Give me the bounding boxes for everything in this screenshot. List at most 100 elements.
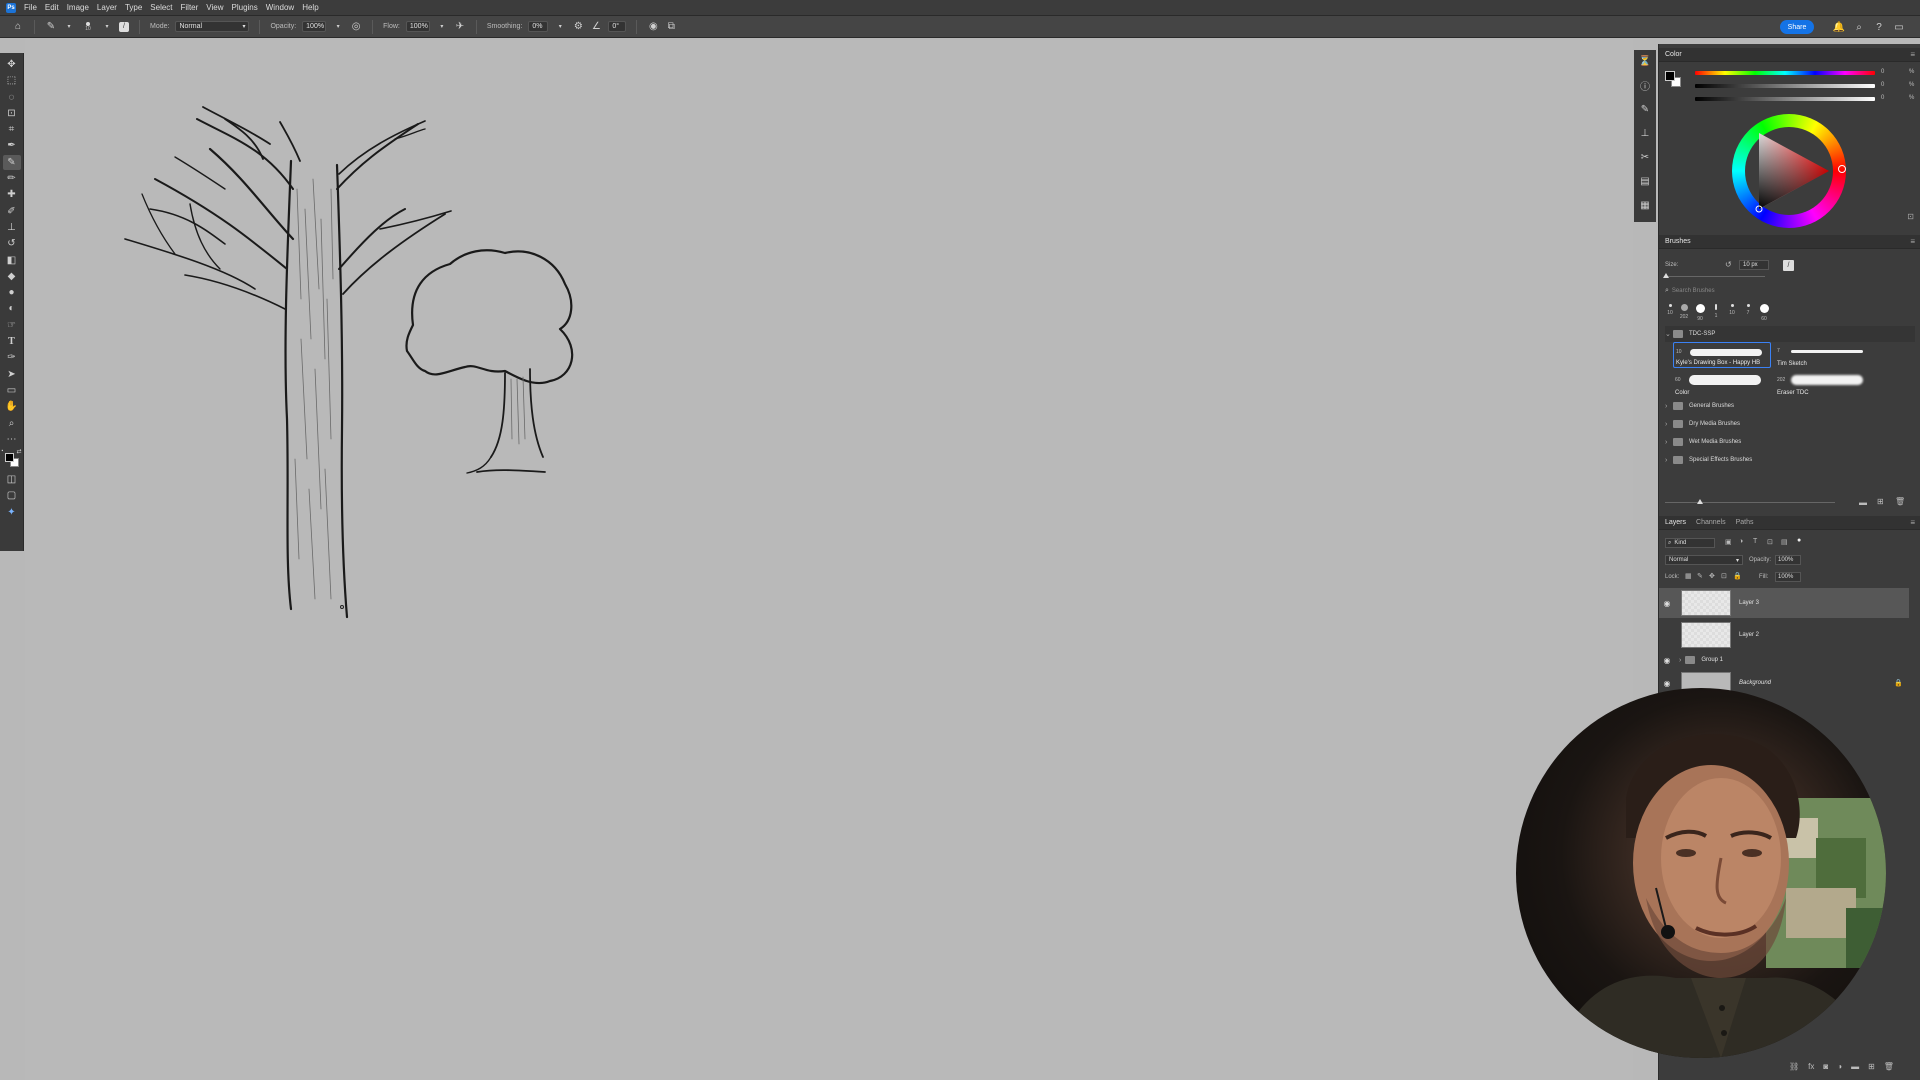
- screen-mode-icon[interactable]: ▢: [3, 488, 21, 503]
- brush-folder[interactable]: › Dry Media Brushes: [1665, 416, 1915, 432]
- layer-filter-select[interactable]: ⌕ Kind: [1665, 538, 1715, 548]
- brush-tool-icon[interactable]: ✎: [2, 154, 21, 170]
- menu-image[interactable]: Image: [67, 3, 89, 12]
- layer-name[interactable]: Layer 3: [1739, 600, 1759, 606]
- flow-field[interactable]: 100%: [405, 21, 430, 32]
- path-select-tool-icon[interactable]: ➤: [3, 367, 21, 382]
- fill-field[interactable]: 100%: [1775, 572, 1801, 582]
- pencil-tool-icon[interactable]: ✏: [3, 171, 21, 186]
- paint-bucket-tool-icon[interactable]: ◆: [3, 269, 21, 284]
- blur-tool-icon[interactable]: ●: [3, 285, 21, 300]
- pen-tool-icon[interactable]: ✑: [3, 350, 21, 365]
- angle-field[interactable]: 0°: [608, 21, 627, 32]
- chevron-down-icon[interactable]: ▾: [554, 21, 566, 33]
- eye-hidden-icon[interactable]: ◉: [1659, 631, 1675, 640]
- menu-help[interactable]: Help: [302, 3, 318, 12]
- help-icon[interactable]: ?: [1872, 20, 1886, 34]
- brush-tile[interactable]: 7 Tim Sketch: [1775, 342, 1873, 368]
- brush-settings-icon[interactable]: /: [119, 21, 129, 32]
- document-canvas[interactable]: [25, 39, 1633, 1080]
- chevron-down-icon[interactable]: ▾: [332, 21, 344, 33]
- preview-size-slider[interactable]: [1665, 502, 1835, 503]
- hand-tool-icon[interactable]: ✋: [3, 399, 21, 414]
- menu-window[interactable]: Window: [266, 3, 294, 12]
- rectangle-tool-icon[interactable]: ▭: [3, 383, 21, 398]
- brush-tile[interactable]: 60 Color: [1673, 371, 1771, 397]
- eraser-tool-icon[interactable]: ◧: [3, 253, 21, 268]
- dodge-tool-icon[interactable]: ◐: [3, 301, 21, 316]
- menu-filter[interactable]: Filter: [181, 3, 199, 12]
- blend-mode-select[interactable]: Normal ▾: [1665, 555, 1743, 565]
- menu-plugins[interactable]: Plugins: [232, 3, 258, 12]
- type-tool-icon[interactable]: T: [3, 334, 21, 349]
- new-group-icon[interactable]: ▬: [1859, 498, 1867, 507]
- pressure-opacity-icon[interactable]: ◎: [350, 21, 362, 33]
- brush-tile[interactable]: 202 Eraser TDC: [1775, 371, 1873, 397]
- clone-stamp-tool-icon[interactable]: ⊥: [3, 220, 21, 235]
- eye-icon[interactable]: ◉: [1659, 679, 1675, 688]
- chevron-down-icon[interactable]: ⌄: [1665, 330, 1673, 338]
- tab-paths[interactable]: Paths: [1736, 519, 1754, 526]
- symmetry-icon[interactable]: ⧉: [665, 21, 677, 33]
- trash-icon[interactable]: 🗑: [1895, 497, 1905, 506]
- chevron-right-icon[interactable]: ›: [1665, 439, 1673, 446]
- brush-settings-icon[interactable]: /: [1783, 260, 1794, 271]
- layer-opacity-field[interactable]: 100%: [1775, 555, 1801, 565]
- move-tool-icon[interactable]: ✥: [3, 57, 21, 72]
- share-button[interactable]: Share: [1780, 20, 1814, 34]
- lasso-tool-icon[interactable]: ◌: [3, 90, 21, 105]
- eye-icon[interactable]: ◉: [1659, 656, 1675, 665]
- adjustment-filter-icon[interactable]: ◑: [1739, 538, 1743, 545]
- filter-toggle-icon[interactable]: ●: [1797, 537, 1801, 544]
- smudge-tool-icon[interactable]: ☞: [3, 318, 21, 333]
- object-select-tool-icon[interactable]: ⊡: [3, 106, 21, 121]
- trash-icon[interactable]: 🗑: [1884, 1062, 1894, 1071]
- panel-menu-icon[interactable]: ≡: [1910, 518, 1915, 527]
- brush-folder[interactable]: › Wet Media Brushes: [1665, 434, 1915, 450]
- slider-handle-icon[interactable]: [1663, 273, 1669, 278]
- lock-position-icon[interactable]: ✥: [1709, 572, 1715, 580]
- brush-set-folder[interactable]: ⌄ TDC-SSP: [1665, 326, 1915, 342]
- home-icon[interactable]: ⌂: [12, 21, 24, 33]
- new-group-icon[interactable]: ▬: [1851, 1062, 1859, 1071]
- add-mask-icon[interactable]: ◙: [1823, 1062, 1828, 1071]
- blue-value[interactable]: 0: [1881, 95, 1884, 101]
- fx-icon[interactable]: fx: [1808, 1062, 1814, 1071]
- generative-icon[interactable]: ✦: [3, 505, 21, 520]
- brush-size-field[interactable]: 10 px: [1739, 260, 1769, 270]
- brush-tool-icon[interactable]: ✎: [45, 21, 57, 33]
- recent-brush-preset[interactable]: 10: [1725, 304, 1739, 322]
- foreground-color-swatch[interactable]: [1665, 71, 1675, 81]
- menu-select[interactable]: Select: [150, 3, 172, 12]
- slider-handle-icon[interactable]: [1697, 499, 1703, 504]
- new-brush-icon[interactable]: ⊞: [1877, 497, 1884, 506]
- color-triangle[interactable]: [1745, 127, 1833, 215]
- lock-pixels-icon[interactable]: ✎: [1697, 572, 1703, 580]
- smart-object-filter-icon[interactable]: ▤: [1781, 538, 1788, 546]
- chevron-right-icon[interactable]: ›: [1665, 403, 1673, 410]
- eye-icon[interactable]: ◉: [1659, 599, 1675, 608]
- chevron-right-icon[interactable]: ›: [1665, 421, 1673, 428]
- green-slider[interactable]: [1695, 84, 1875, 88]
- brush-preset-picker[interactable]: 10: [81, 21, 95, 32]
- tab-brushes[interactable]: Brushes: [1665, 238, 1691, 245]
- recent-brush-preset[interactable]: 7: [1741, 304, 1755, 322]
- blue-slider[interactable]: [1695, 97, 1875, 101]
- menu-type[interactable]: Type: [125, 3, 142, 12]
- brush-folder[interactable]: › General Brushes: [1665, 398, 1915, 414]
- angle-icon[interactable]: ∠: [590, 21, 602, 33]
- red-slider[interactable]: [1695, 71, 1875, 75]
- clone-source-icon[interactable]: ⊥: [1637, 126, 1653, 141]
- menu-file[interactable]: File: [24, 3, 37, 12]
- airbrush-icon[interactable]: ✈: [454, 21, 466, 33]
- tab-color[interactable]: Color: [1665, 51, 1682, 58]
- chevron-down-icon[interactable]: ▾: [101, 21, 113, 33]
- red-value[interactable]: 0: [1881, 69, 1884, 75]
- quick-mask-icon[interactable]: ◫: [3, 472, 21, 487]
- panel-menu-icon[interactable]: ≡: [1910, 50, 1915, 59]
- type-filter-icon[interactable]: T: [1753, 538, 1757, 545]
- green-value[interactable]: 0: [1881, 82, 1884, 88]
- link-layers-icon[interactable]: ⛓: [1789, 1062, 1799, 1071]
- recent-brush-preset[interactable]: 202: [1677, 304, 1691, 322]
- layer-name[interactable]: Background: [1739, 680, 1771, 686]
